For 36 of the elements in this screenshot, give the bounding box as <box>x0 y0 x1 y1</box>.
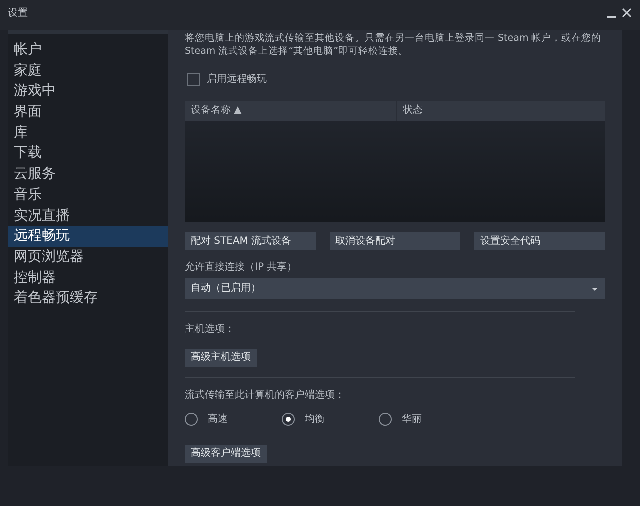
radio-button[interactable] <box>379 413 392 426</box>
action-button[interactable]: 配对 STEAM 流式设备 <box>185 232 316 250</box>
direct-connection-label: 允许直接连接（IP 共享） <box>185 260 298 275</box>
sidebar-item[interactable]: 控制器 <box>8 268 168 288</box>
sidebar-item[interactable]: 音乐 <box>8 184 168 206</box>
host-options-label: 主机选项： <box>185 322 236 337</box>
sidebar-item[interactable]: 下载 <box>8 143 168 164</box>
sidebar-item[interactable]: 云服务 <box>8 164 168 185</box>
dropdown-arrow-icon <box>587 282 599 294</box>
connection-dropdown[interactable]: 自动（已启用） <box>185 278 605 299</box>
radio-label: 均衡 <box>305 413 325 427</box>
sidebar-item[interactable]: 远程畅玩 <box>8 226 168 247</box>
sidebar-item[interactable]: 帐户 <box>8 40 168 61</box>
action-button[interactable]: 高级主机选项 <box>185 348 257 366</box>
checkbox-label: 启用远程畅玩 <box>207 72 267 87</box>
column-header[interactable]: 设备名称 ▲ <box>185 101 397 121</box>
radio-label: 高速 <box>208 412 228 427</box>
sidebar-item[interactable]: 实况直播 <box>8 206 168 226</box>
checkbox[interactable] <box>187 73 200 86</box>
radio-button[interactable] <box>185 413 198 426</box>
radio-label: 华丽 <box>402 413 422 427</box>
sidebar-item[interactable]: 界面 <box>8 102 168 123</box>
action-button[interactable]: 设置安全代码 <box>474 232 605 250</box>
description-text: 将您电脑上的游戏流式传输至其他设备。只需在另一台电脑上登录同一 Steam 帐户，或在您的 Steam 流式设备上选择“其他电脑”即可轻松连接。 <box>185 32 603 58</box>
client-options-label: 流式传输至此计算机的客户端选项： <box>185 388 346 403</box>
sidebar-item[interactable]: 着色器预缓存 <box>8 288 168 309</box>
sidebar-item[interactable]: 家庭 <box>8 60 168 82</box>
window-title: 设置 <box>8 6 28 21</box>
column-header[interactable]: 状态 <box>397 101 429 121</box>
action-button[interactable]: 高级客户端选项 <box>185 444 267 462</box>
action-button[interactable]: 取消设备配对 <box>330 232 460 250</box>
radio-button[interactable] <box>282 413 295 426</box>
sidebar-item[interactable]: 库 <box>8 122 168 144</box>
close-icon[interactable] <box>622 8 632 18</box>
sidebar-item[interactable]: 游戏中 <box>8 81 168 102</box>
sidebar-item[interactable]: 网页浏览器 <box>8 246 168 268</box>
